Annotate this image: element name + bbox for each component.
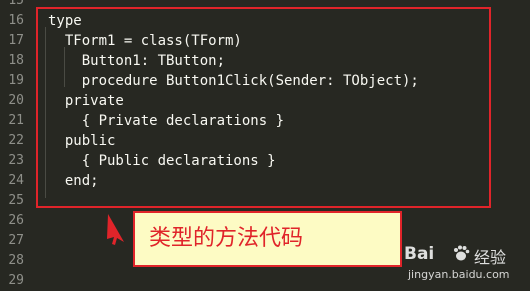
callout-text: 类型的方法代码 bbox=[149, 226, 304, 251]
highlighted-code-block: type TForm1 = class(TForm) Button1: TBut… bbox=[36, 7, 491, 208]
line-number: 20 bbox=[8, 93, 24, 108]
line-number: 22 bbox=[8, 133, 24, 148]
indent-guide bbox=[45, 27, 46, 198]
paw-icon bbox=[454, 245, 470, 261]
code-line[interactable]: TForm1 = class(TForm) bbox=[48, 31, 242, 51]
line-number: 27 bbox=[8, 233, 24, 248]
line-number: 19 bbox=[8, 73, 24, 88]
line-number: 16 bbox=[8, 13, 24, 28]
code-line[interactable]: procedure Button1Click(Sender: TObject); bbox=[48, 71, 419, 91]
line-number-gutter: 15 16 17 18 19 20 21 22 23 24 25 26 27 2… bbox=[0, 0, 26, 290]
code-line[interactable]: private bbox=[48, 91, 124, 111]
line-number: 25 bbox=[8, 193, 24, 208]
line-number: 29 bbox=[8, 273, 24, 288]
line-number: 28 bbox=[8, 253, 24, 268]
code-line[interactable]: type bbox=[48, 11, 82, 31]
line-number: 18 bbox=[8, 53, 24, 68]
line-number: 17 bbox=[8, 33, 24, 48]
pointer-arrow-icon bbox=[107, 214, 124, 245]
watermark-brand-suffix: 经验 bbox=[474, 248, 507, 267]
line-number: 23 bbox=[8, 153, 24, 168]
annotation-callout: 类型的方法代码 bbox=[133, 211, 402, 267]
line-number: 15 bbox=[8, 0, 24, 8]
code-line[interactable]: Button1: TButton; bbox=[48, 51, 225, 71]
code-line[interactable]: { Public declarations } bbox=[48, 151, 276, 171]
code-line[interactable]: { Private declarations } bbox=[48, 111, 284, 131]
line-number: 26 bbox=[8, 213, 24, 228]
line-number: 24 bbox=[8, 173, 24, 188]
code-line[interactable]: end; bbox=[48, 171, 99, 191]
code-line[interactable]: public bbox=[48, 131, 116, 151]
watermark-brand: Bai bbox=[404, 244, 435, 264]
watermark-url: jingyan.baidu.com bbox=[408, 268, 510, 281]
line-number: 21 bbox=[8, 113, 24, 128]
